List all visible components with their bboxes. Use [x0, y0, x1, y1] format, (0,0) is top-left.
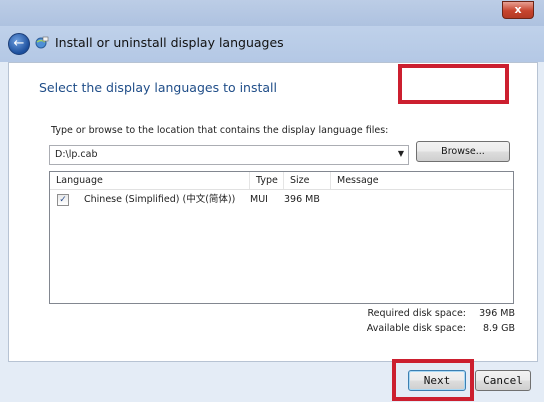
browse-button[interactable]: Browse... — [416, 141, 510, 162]
table-row[interactable]: ✓ Chinese (Simplified) (中文(简体)) MUI 396 … — [50, 192, 513, 208]
title-bar: x — [0, 0, 544, 26]
content-panel: Select the display languages to install … — [8, 62, 538, 362]
column-header-type[interactable]: Type — [250, 172, 284, 189]
highlight-browse-frame — [398, 64, 509, 104]
window-title: Install or uninstall display languages — [55, 35, 284, 50]
chevron-down-icon[interactable]: ▼ — [398, 149, 404, 158]
available-space-value: 8.9 GB — [482, 323, 515, 334]
cancel-button[interactable]: Cancel — [475, 370, 531, 391]
language-size: 396 MB — [284, 194, 320, 205]
required-space-value: 396 MB — [479, 308, 515, 319]
navigation-bar: ← Install or uninstall display languages — [0, 26, 544, 62]
language-list[interactable]: Language Type Size Message ✓ Chinese (Si… — [49, 171, 514, 304]
language-type: MUI — [250, 194, 268, 205]
language-name: Chinese (Simplified) (中文(简体)) — [84, 194, 236, 205]
path-combobox[interactable]: D:\lp.cab ▼ — [49, 145, 409, 165]
close-button[interactable]: x — [502, 1, 534, 19]
language-checkbox[interactable]: ✓ — [57, 194, 69, 206]
column-header-size[interactable]: Size — [284, 172, 331, 189]
list-header: Language Type Size Message — [50, 172, 513, 190]
required-space-label: Required disk space: — [367, 308, 466, 319]
highlight-next-frame — [392, 359, 474, 401]
column-header-language[interactable]: Language — [50, 172, 250, 189]
page-heading: Select the display languages to install — [39, 80, 278, 95]
available-space-label: Available disk space: — [366, 323, 466, 334]
column-header-message[interactable]: Message — [331, 172, 431, 189]
instruction-text: Type or browse to the location that cont… — [51, 125, 389, 136]
path-value[interactable]: D:\lp.cab — [55, 149, 97, 160]
globe-language-icon — [35, 36, 49, 49]
back-arrow-icon[interactable]: ← — [8, 33, 30, 55]
